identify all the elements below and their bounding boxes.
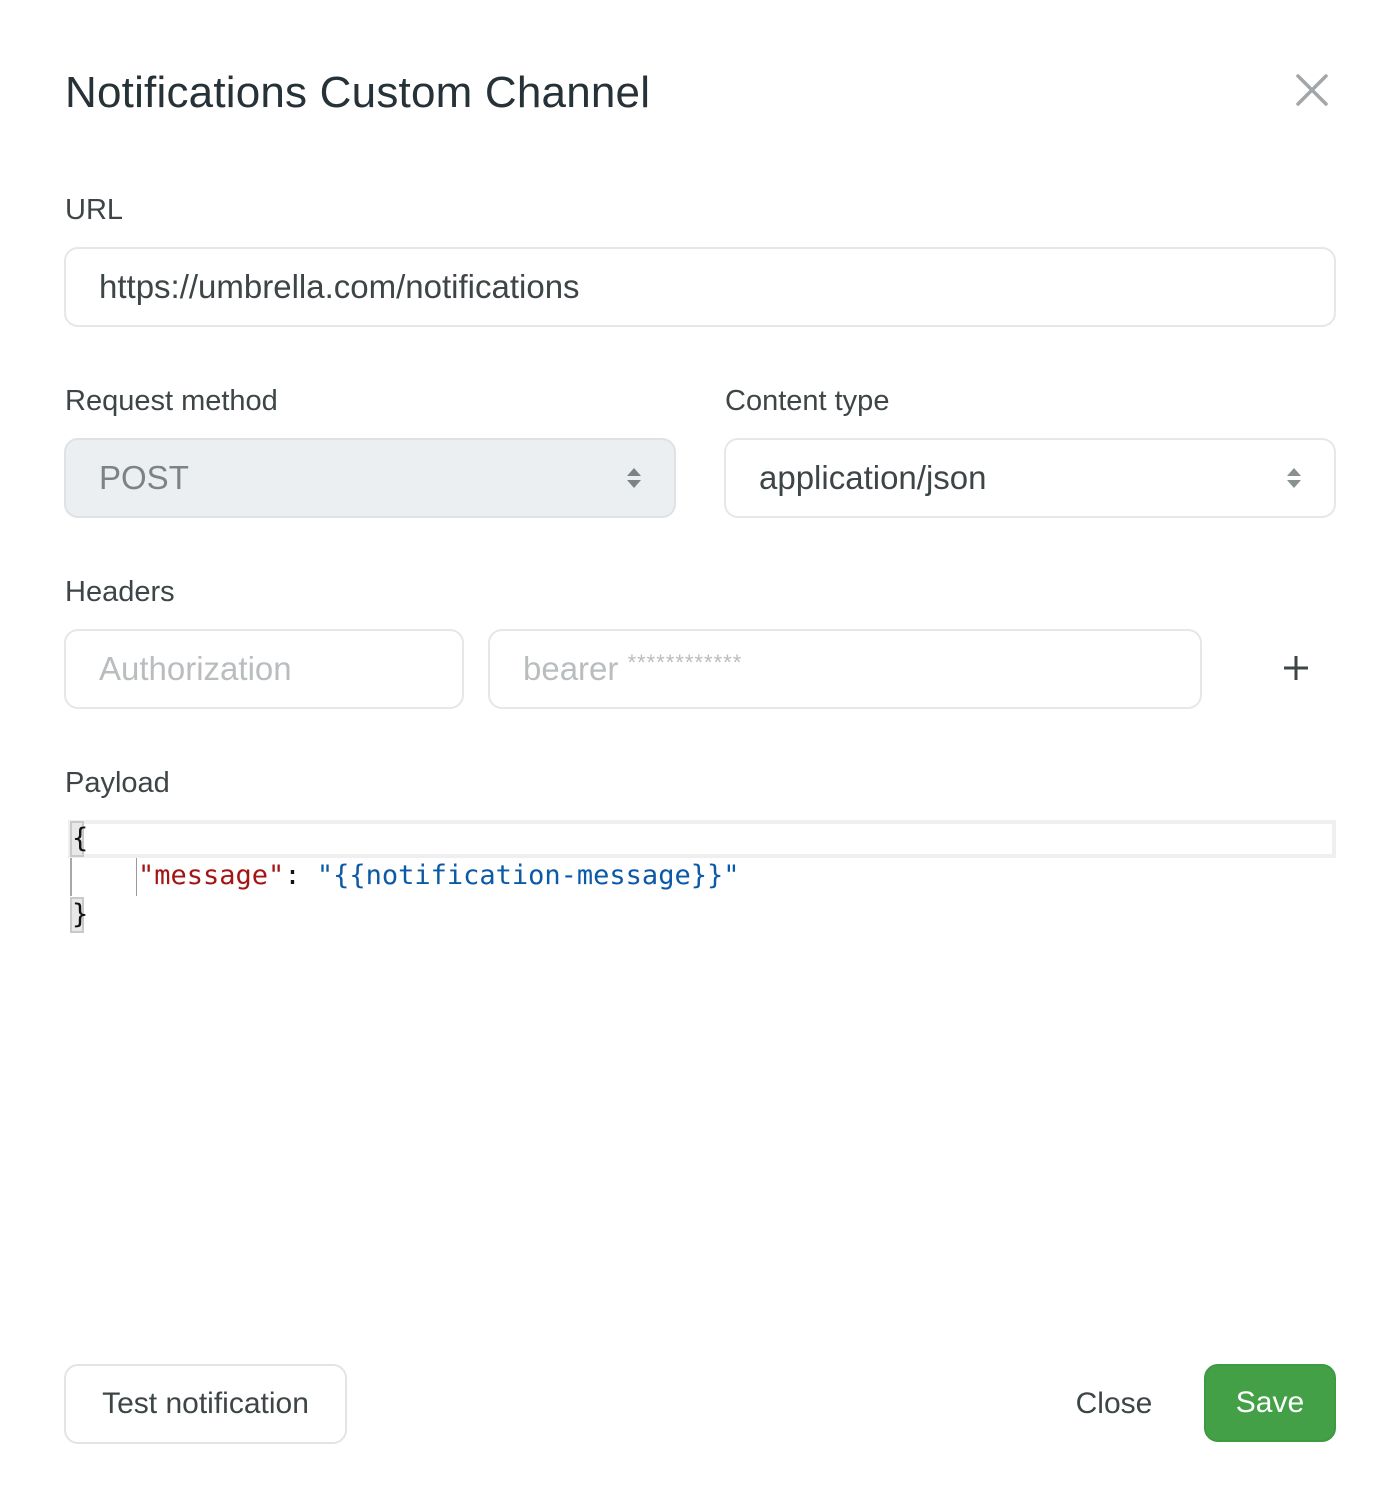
test-notification-button[interactable]: Test notification — [64, 1364, 347, 1444]
payload-line: "message": "{{notification-message}}" — [138, 857, 739, 895]
url-input[interactable]: https://umbrella.com/notifications — [64, 247, 1336, 327]
header-value-placeholder: bearer ************ — [523, 650, 742, 688]
url-value: https://umbrella.com/notifications — [99, 268, 580, 305]
open-brace: { — [70, 821, 88, 857]
content-type-value: application/json — [759, 459, 987, 496]
content-type-select[interactable]: application/json — [724, 438, 1336, 518]
header-key-placeholder: Authorization — [99, 650, 292, 687]
request-method-value: POST — [99, 459, 189, 496]
request-method-select[interactable]: POST — [64, 438, 676, 518]
select-arrows-icon — [627, 468, 641, 488]
select-arrows-icon — [1287, 468, 1301, 488]
notification-channel-dialog: Notifications Custom Channel URL https:/… — [0, 0, 1400, 1508]
json-value: "{{notification-message}}" — [316, 860, 740, 891]
header-value-input[interactable]: bearer ************ — [488, 629, 1202, 709]
request-method-label: Request method — [65, 385, 278, 417]
active-line-highlight — [68, 820, 1336, 858]
url-label: URL — [65, 194, 124, 226]
close-button[interactable]: Close — [1060, 1364, 1168, 1444]
close-icon[interactable] — [1292, 70, 1332, 110]
plus-icon — [1284, 656, 1308, 680]
save-button[interactable]: Save — [1204, 1364, 1336, 1442]
header-value-placeholder-mask: ************ — [627, 650, 743, 675]
header-value-placeholder-word: bearer — [523, 650, 619, 687]
content-type-label: Content type — [725, 385, 890, 417]
payload-editor[interactable]: { "message": "{{notification-message}}" … — [68, 820, 1336, 940]
headers-label: Headers — [65, 576, 175, 608]
close-brace: } — [70, 897, 88, 933]
add-header-button[interactable] — [1280, 652, 1312, 684]
header-key-input[interactable]: Authorization — [64, 629, 464, 709]
json-colon: : — [284, 860, 317, 891]
json-key: "message" — [138, 860, 285, 891]
indent-guide — [136, 858, 137, 896]
dialog-title: Notifications Custom Channel — [65, 68, 651, 117]
fold-guide — [70, 858, 72, 896]
payload-label: Payload — [65, 767, 170, 799]
